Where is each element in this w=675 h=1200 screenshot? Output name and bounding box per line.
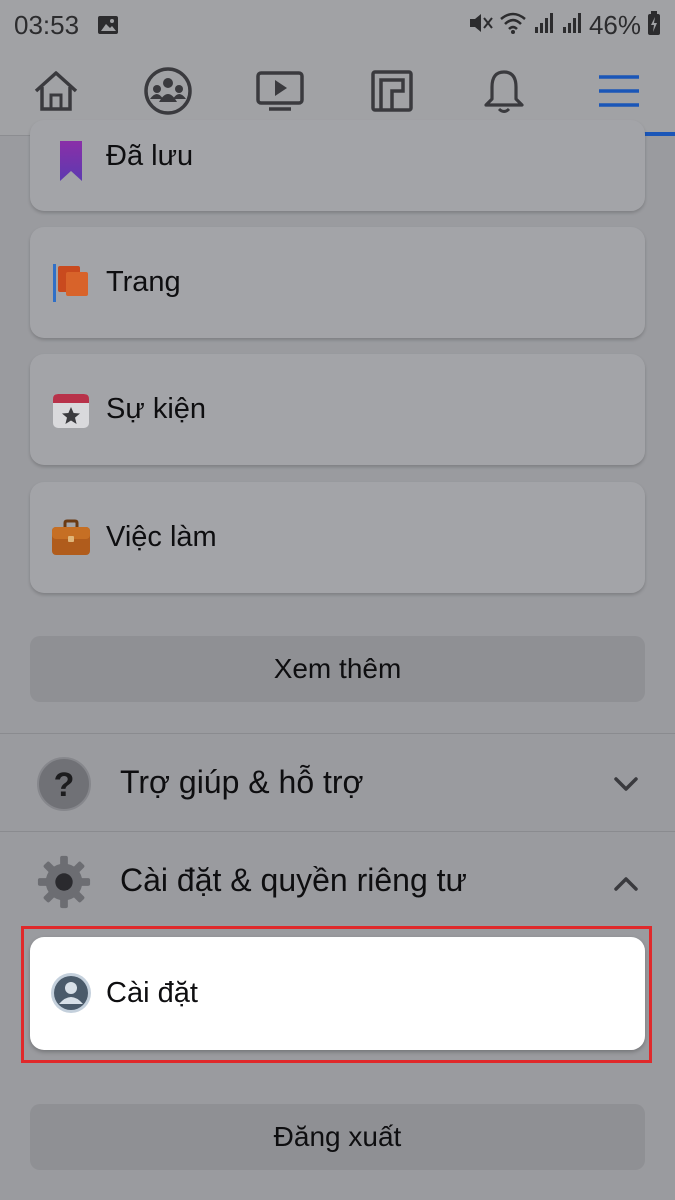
settings-item-label: Cài đặt	[106, 977, 198, 1009]
see-more-button[interactable]: Xem thêm	[30, 636, 645, 702]
menu-item-label: Việc làm	[106, 521, 217, 553]
menu-item-label: Đã lưu	[106, 140, 194, 172]
logout-button[interactable]: Đăng xuất	[30, 1104, 645, 1170]
battery-charging-icon	[647, 10, 661, 41]
home-icon	[32, 69, 80, 118]
user-circle-icon	[50, 972, 92, 1014]
help-support-row[interactable]: ? Trợ giúp & hỗ trợ	[0, 736, 675, 832]
wifi-icon	[499, 11, 527, 40]
gear-icon	[36, 854, 92, 910]
signal-icon	[533, 11, 555, 40]
chevron-down-icon	[610, 768, 642, 800]
battery-percent: 46%	[588, 9, 641, 40]
help-support-label: Trợ giúp & hỗ trợ	[120, 764, 364, 800]
menu-item-label: Sự kiện	[106, 393, 207, 425]
status-bar: 03:53 46%	[0, 0, 675, 50]
question-icon: ?	[36, 756, 92, 812]
marketplace-icon	[370, 69, 414, 118]
settings-privacy-row[interactable]: Cài đặt & quyền riêng tư	[0, 834, 675, 930]
menu-item-jobs[interactable]: Việc làm	[30, 482, 645, 593]
settings-item[interactable]: Cài đặt	[30, 937, 645, 1050]
svg-text:?: ?	[54, 766, 75, 804]
chevron-up-icon	[610, 868, 642, 900]
calendar-icon	[50, 389, 92, 431]
menu-item-saved[interactable]: Đã lưu	[30, 120, 645, 211]
divider	[0, 831, 675, 832]
settings-privacy-label: Cài đặt & quyền riêng tư	[120, 862, 467, 898]
groups-icon	[143, 66, 193, 121]
menu-item-events[interactable]: Sự kiện	[30, 354, 645, 465]
status-icons: 46%	[467, 10, 661, 41]
mute-icon	[467, 10, 493, 41]
video-icon	[255, 69, 305, 118]
menu-item-pages[interactable]: Trang	[30, 227, 645, 338]
flag-icon	[50, 262, 92, 304]
menu-item-label: Trang	[106, 266, 181, 298]
status-time: 03:53	[14, 9, 80, 40]
menu-icon	[597, 73, 641, 114]
bookmark-icon	[50, 140, 92, 182]
signal-icon	[561, 11, 583, 40]
gallery-icon	[97, 15, 119, 35]
briefcase-icon	[50, 517, 92, 559]
divider	[0, 733, 675, 734]
bell-icon	[482, 67, 526, 120]
